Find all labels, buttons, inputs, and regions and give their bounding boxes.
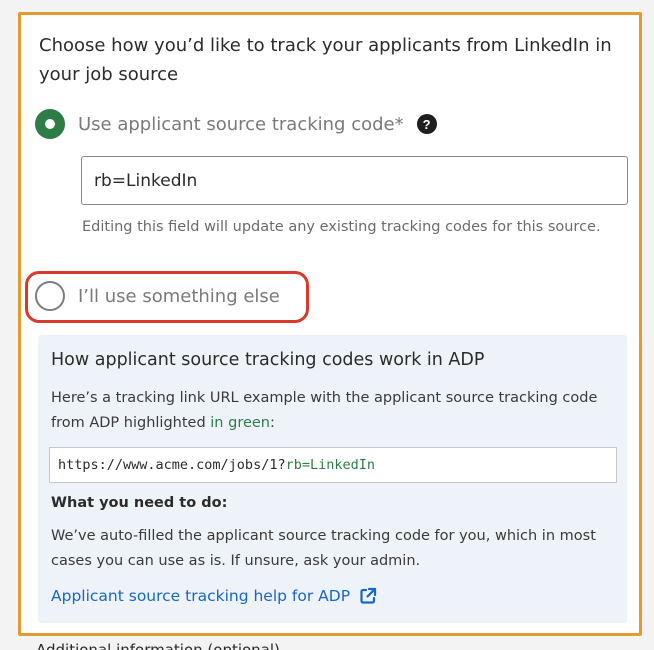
external-link-icon[interactable] — [359, 587, 377, 605]
todo-description: We’ve auto-filled the applicant source t… — [51, 528, 596, 569]
info-title: How applicant source tracking codes work… — [51, 350, 485, 370]
additional-info-heading-partial: Additional information (optional) — [36, 641, 280, 650]
option-use-something-else[interactable]: I’ll use something else — [35, 281, 280, 311]
example-url-base: https://www.acme.com/jobs/1? — [58, 457, 286, 473]
example-url-code: rb=LinkedIn — [285, 457, 375, 473]
tracking-help-link-label[interactable]: Applicant source tracking help for ADP — [51, 587, 350, 605]
tracking-code-hint: Editing this field will update any exist… — [82, 219, 601, 235]
tracking-info-box: How applicant source tracking codes work… — [38, 335, 627, 623]
panel-heading: Choose how you’d like to track your appl… — [39, 35, 612, 85]
radio-use-tracking-code[interactable] — [35, 109, 65, 139]
radio-use-something-else[interactable] — [35, 281, 65, 311]
option-use-something-else-label[interactable]: I’ll use something else — [78, 286, 280, 307]
info-description-suffix: : — [270, 415, 275, 431]
example-url: https://www.acme.com/jobs/1? rb=LinkedIn — [49, 447, 617, 483]
page-left-margin — [0, 0, 18, 650]
todo-title: What you need to do: — [51, 495, 228, 511]
option-use-tracking-code[interactable]: Use applicant source tracking code* ? — [35, 109, 437, 139]
question-circle-icon[interactable]: ? — [416, 114, 437, 134]
page-right-margin — [642, 0, 654, 650]
option-use-tracking-code-label[interactable]: Use applicant source tracking code* — [78, 114, 404, 135]
tracking-help-link[interactable]: Applicant source tracking help for ADP — [51, 587, 377, 605]
tracking-code-input[interactable] — [81, 156, 628, 205]
tracking-settings-panel: Choose how you’d like to track your appl… — [18, 12, 642, 636]
info-description-prefix: Here’s a tracking link URL example with … — [51, 390, 598, 431]
info-description-green: in green — [210, 415, 270, 431]
info-description: Here’s a tracking link URL example with … — [51, 386, 619, 436]
radio-selected-dot — [45, 119, 55, 129]
